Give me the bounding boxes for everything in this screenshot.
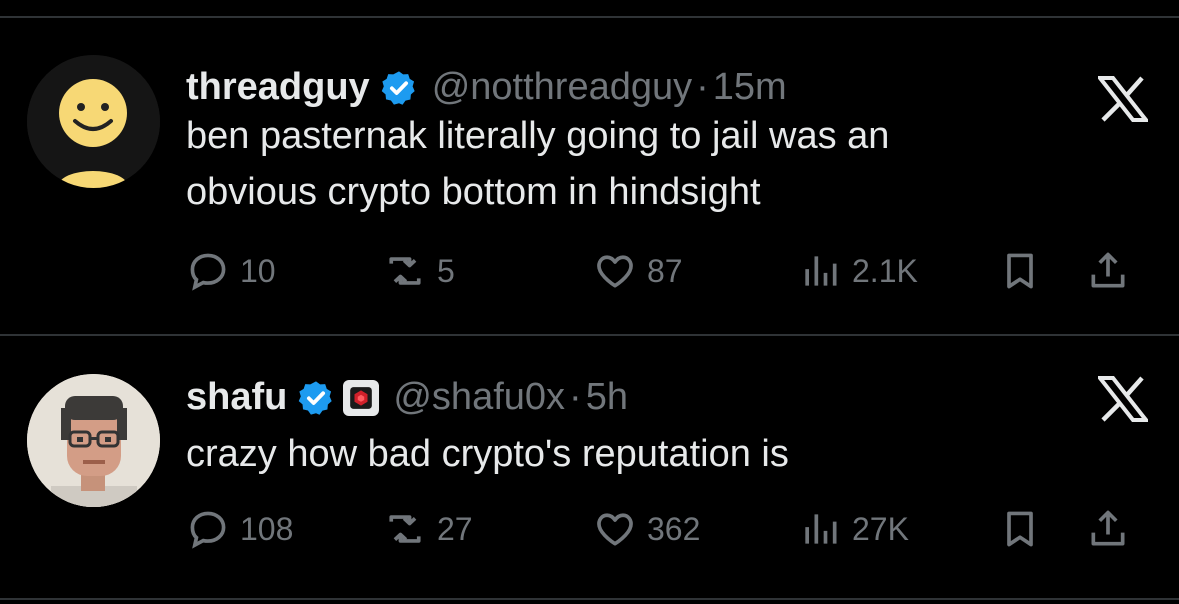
repost-button[interactable]: 27 [383,504,473,554]
x-logo-icon [1095,76,1151,122]
like-button[interactable]: 362 [593,504,700,554]
tweet-text: ben pasternak literally going to jail wa… [186,108,889,220]
share-icon [1091,510,1125,546]
display-name[interactable]: shafu [186,376,287,419]
reply-bubble-icon [190,253,226,291]
reply-button[interactable]: 108 [186,504,293,554]
reply-button[interactable]: 10 [186,246,276,296]
repost-button[interactable]: 5 [383,246,455,296]
separator-dot: · [569,376,582,418]
x-logo-icon [1095,376,1151,422]
views-chart-icon [805,514,837,544]
repost-arrows-icon [389,257,421,285]
smiley-avatar-icon [27,55,160,188]
avatar[interactable] [27,374,160,507]
divider-bottom [0,598,1179,600]
timestamp[interactable]: 15m [713,66,787,109]
like-button[interactable]: 87 [593,246,683,296]
share-button[interactable] [1086,246,1130,296]
tweet-text-line: ben pasternak literally going to jail wa… [186,115,890,157]
separator-dot: · [696,66,709,108]
heart-icon [597,255,633,288]
like-count: 87 [647,252,683,289]
user-handle[interactable]: @shafu0x [393,376,565,419]
affiliation-badge-icon[interactable] [343,379,380,416]
repost-count: 27 [437,510,473,547]
tweet-card[interactable]: threadguy @notthreadguy · 15m ben paster… [0,18,1179,334]
bookmark-button[interactable] [998,504,1042,554]
verified-badge-icon[interactable] [297,379,335,417]
tweet-header: shafu @shafu0x · 5h [186,376,628,419]
reply-count: 108 [240,510,294,547]
repost-arrows-icon [389,515,421,543]
bookmark-icon [1007,253,1033,289]
like-count: 362 [647,510,701,547]
pixel-portrait-avatar-icon [27,374,160,507]
share-button[interactable] [1086,504,1130,554]
tweet-text-line: crazy how bad crypto's reputation is [186,433,789,475]
tweet-header: threadguy @notthreadguy · 15m [186,66,787,109]
tweet-actions: 108 27 362 27K [186,504,1146,554]
reply-count: 10 [240,252,276,289]
tweet-text-line: obvious crypto bottom in hindsight [186,171,761,213]
bookmark-button[interactable] [998,246,1042,296]
share-icon [1091,252,1125,288]
views-button[interactable]: 2.1K [798,246,918,296]
tweet-card[interactable]: shafu @shafu0x · 5h crazy how bad crypto… [0,336,1179,596]
heart-icon [597,513,633,546]
views-count: 27K [852,510,909,547]
bookmark-icon [1007,511,1033,547]
views-chart-icon [805,256,837,286]
display-name[interactable]: threadguy [186,66,370,109]
reply-bubble-icon [190,511,226,549]
views-count: 2.1K [852,252,918,289]
verified-badge-icon[interactable] [380,69,418,107]
tweet-actions: 10 5 87 2.1K [186,246,1146,296]
repost-count: 5 [437,252,455,289]
views-button[interactable]: 27K [798,504,909,554]
avatar[interactable] [27,55,160,188]
tweet-text: crazy how bad crypto's reputation is [186,426,789,482]
user-handle[interactable]: @notthreadguy [432,66,692,109]
timestamp[interactable]: 5h [586,376,628,419]
